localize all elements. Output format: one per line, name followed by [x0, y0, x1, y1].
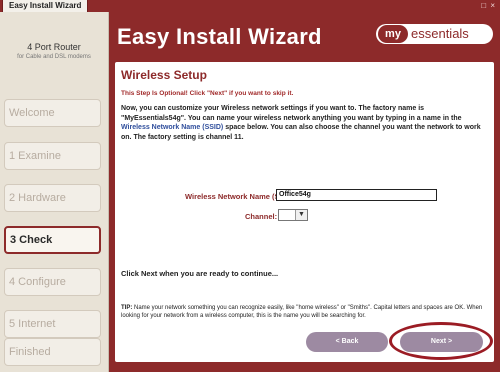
step-configure: 4 Configure: [4, 268, 101, 296]
window-controls[interactable]: □ ×: [481, 1, 496, 10]
brand-logo: my essentials: [376, 24, 493, 44]
next-highlight-ring: [389, 322, 493, 360]
step-hardware: 2 Hardware: [4, 184, 101, 212]
step-finished: Finished: [4, 338, 101, 366]
continue-instruction: Click Next when you are ready to continu…: [121, 269, 279, 278]
page-title: Wireless Setup: [121, 68, 207, 82]
logo-prefix: my: [378, 25, 408, 43]
header: Easy Install Wizard my essentials: [109, 12, 500, 62]
wizard-window: Easy Install Wizard □ × 4 Port Router fo…: [0, 0, 500, 372]
chevron-down-icon[interactable]: ▼: [295, 210, 307, 220]
title-bar: Easy Install Wizard □ ×: [0, 0, 500, 13]
product-block: 4 Port Router for Cable and DSL modems: [0, 42, 108, 60]
content-panel: Wireless Setup This Step Is Optional! Cl…: [115, 62, 494, 362]
main-panel: Easy Install Wizard my essentials Wirele…: [109, 12, 500, 372]
tip-text: TIP: Name your network something you can…: [121, 304, 489, 320]
logo-suffix: essentials: [411, 26, 469, 41]
ssid-link-text: Wireless Network Name (SSID): [121, 124, 224, 131]
description: Now, you can customize your Wireless net…: [121, 104, 486, 142]
description-part-1: Now, you can customize your Wireless net…: [121, 105, 462, 122]
product-subtitle: for Cable and DSL modems: [17, 54, 91, 60]
channel-select[interactable]: ▼: [278, 209, 308, 221]
product-title: 4 Port Router: [27, 42, 81, 52]
step-check: 3 Check: [4, 226, 101, 254]
tip-body: Name your network something you can reco…: [121, 305, 483, 319]
channel-label: Channel:: [245, 212, 278, 221]
ssid-input[interactable]: Office54g: [276, 189, 437, 201]
step-internet: 5 Internet: [4, 310, 101, 338]
optional-note: This Step Is Optional! Click "Next" if y…: [121, 90, 294, 97]
tip-label: TIP:: [121, 305, 133, 311]
back-button[interactable]: < Back: [306, 332, 388, 352]
step-examine: 1 Examine: [4, 142, 101, 170]
sidebar: 4 Port Router for Cable and DSL modems W…: [0, 12, 109, 372]
app-title: Easy Install Wizard: [117, 24, 322, 49]
step-welcome: Welcome: [4, 99, 101, 127]
